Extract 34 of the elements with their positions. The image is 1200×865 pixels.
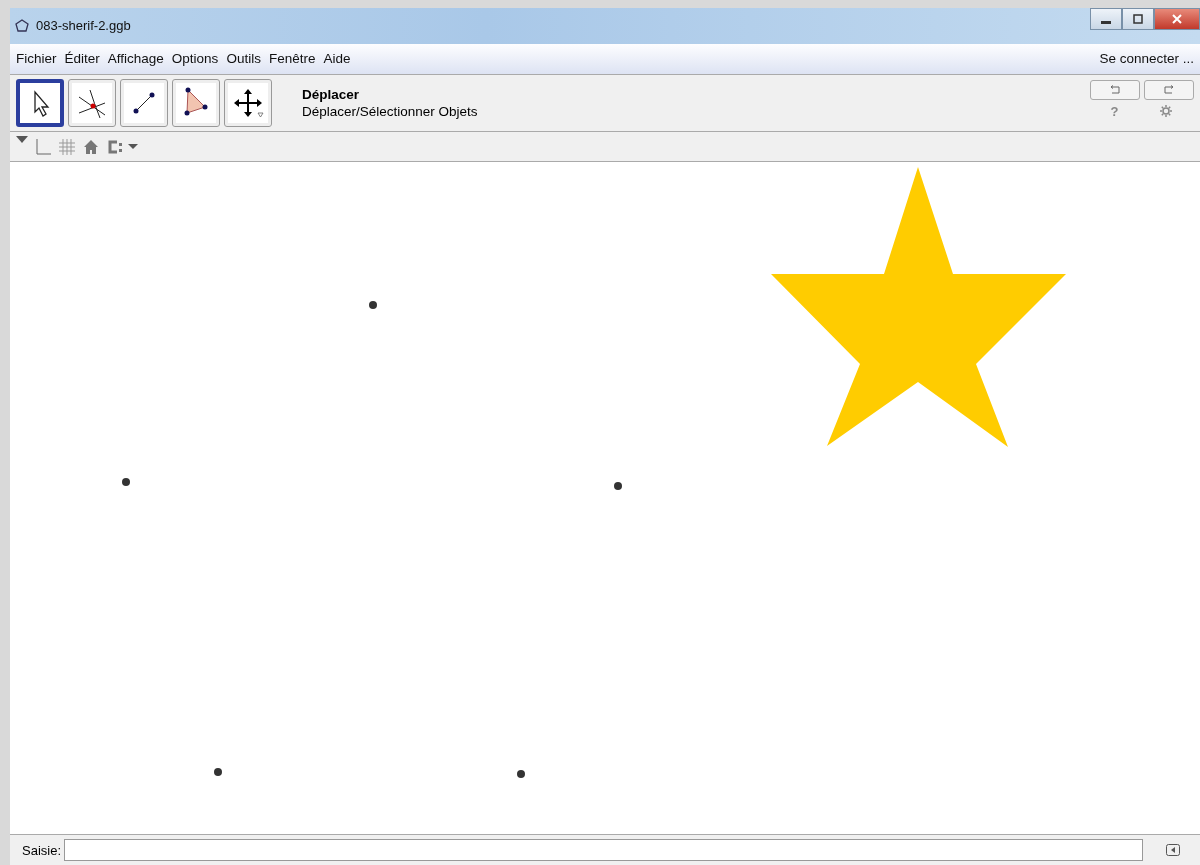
menu-item[interactable]: Fenêtre bbox=[268, 51, 316, 67]
minimize-icon bbox=[1101, 20, 1111, 24]
close-button[interactable] bbox=[1154, 8, 1200, 30]
menu-item[interactable]: Outils bbox=[226, 51, 261, 67]
sign-in-link[interactable]: Se connecter ... bbox=[1099, 51, 1194, 67]
maximize-button[interactable] bbox=[1122, 8, 1154, 30]
home-icon[interactable] bbox=[82, 137, 100, 156]
intersect-tool-button[interactable] bbox=[68, 78, 116, 127]
polygon-tool-button[interactable] bbox=[172, 78, 220, 127]
pan-tool-button[interactable] bbox=[224, 78, 272, 127]
point[interactable] bbox=[214, 768, 222, 777]
close-icon bbox=[1171, 13, 1183, 25]
menu-item[interactable]: Fichier bbox=[16, 51, 57, 67]
maximize-icon bbox=[1132, 13, 1144, 25]
point[interactable] bbox=[614, 482, 622, 491]
point[interactable] bbox=[369, 301, 377, 310]
star[interactable] bbox=[771, 167, 1066, 448]
menu-item[interactable]: Options bbox=[171, 51, 219, 67]
window-title: 083-sherif-2.ggb bbox=[36, 18, 131, 34]
menu-item[interactable]: Affichage bbox=[107, 51, 164, 67]
keyboard-toggle-icon[interactable] bbox=[1166, 844, 1180, 857]
menu-item[interactable]: Aide bbox=[323, 51, 351, 67]
input-field[interactable] bbox=[64, 839, 1143, 862]
tool-description: Déplacer/Sélectionner Objets bbox=[302, 103, 478, 119]
point[interactable] bbox=[517, 770, 525, 779]
point[interactable] bbox=[122, 478, 130, 487]
settings-icon[interactable] bbox=[1159, 104, 1174, 119]
menu-item[interactable]: Éditer bbox=[64, 51, 100, 67]
caret-icon[interactable] bbox=[16, 136, 28, 145]
tool-name: Déplacer bbox=[302, 86, 361, 102]
minimize-button[interactable] bbox=[1090, 8, 1122, 30]
move-tool-button[interactable] bbox=[16, 78, 64, 127]
app-icon bbox=[14, 17, 30, 34]
input-label: Saisie: bbox=[22, 842, 62, 858]
